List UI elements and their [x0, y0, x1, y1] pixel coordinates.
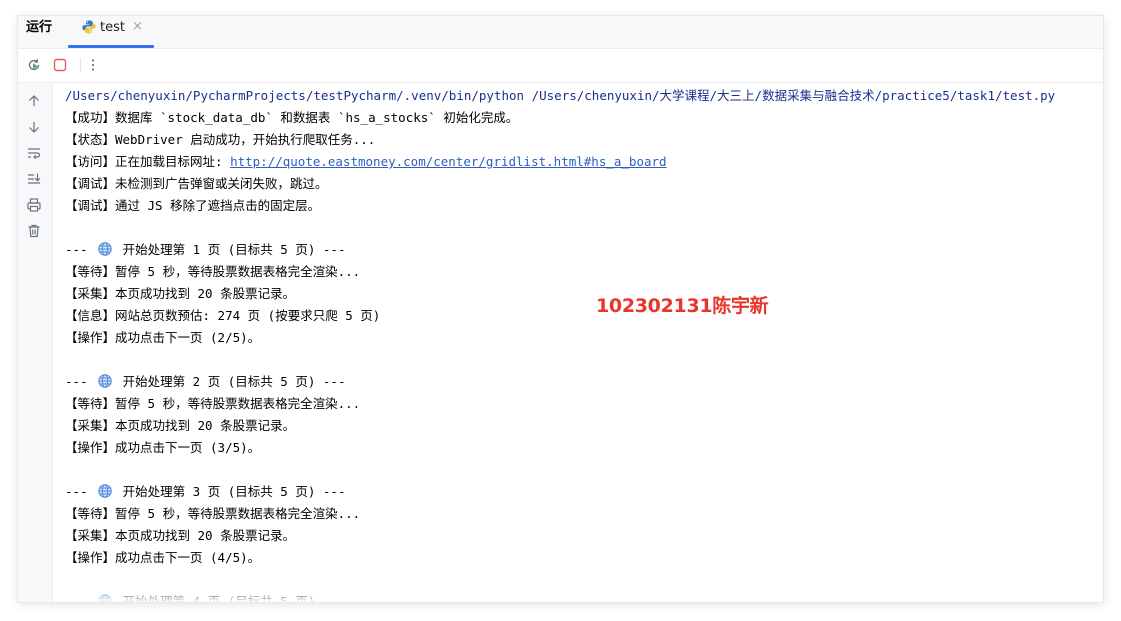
console-line: 【操作】成功点击下一页 (3/5)。: [65, 440, 261, 455]
soft-wrap-icon[interactable]: [26, 145, 42, 161]
watermark-text: 102302131陈宇新: [596, 295, 769, 317]
console-page-header-line: --- 开始处理第 2 页 (目标共 5 页) ---: [65, 371, 1103, 393]
console-line: 【信息】网站总页数预估: 274 页 (按要求只爬 5 页): [65, 308, 381, 323]
tab-label: test: [100, 20, 125, 35]
run-toolbar: [18, 49, 1103, 83]
console-line-prefix: ---: [65, 242, 96, 257]
console-line: 【采集】本页成功找到 20 条股票记录。: [65, 286, 296, 301]
globe-icon: [98, 484, 112, 498]
console-line: 【等待】暂停 5 秒，等待股票数据表格完全渲染...: [65, 506, 361, 521]
console-line: 【操作】成功点击下一页 (2/5)。: [65, 330, 261, 345]
console-page-header-line: --- 开始处理第 1 页 (目标共 5 页) ---: [65, 239, 1103, 261]
console-command-line: /Users/chenyuxin/PycharmProjects/testPyc…: [65, 88, 1056, 103]
console-line-suffix: 开始处理第 2 页 (目标共 5 页) ---: [115, 374, 346, 389]
console-line: 【成功】数据库 `stock_data_db` 和数据表 `hs_a_stock…: [65, 110, 519, 125]
console-line: 【等待】暂停 5 秒，等待股票数据表格完全渲染...: [65, 396, 361, 411]
console-line-prefix: ---: [65, 484, 96, 499]
console-line: 【调试】未检测到广告弹窗或关闭失败，跳过。: [65, 176, 328, 191]
run-tool-window: 运行 test × /Users/chenyuxin/PycharmProjec…: [18, 16, 1103, 602]
console-line: 【操作】成功点击下一页 (4/5)。: [65, 550, 261, 565]
console-output[interactable]: /Users/chenyuxin/PycharmProjects/testPyc…: [53, 83, 1103, 602]
active-tab-indicator: [68, 45, 154, 48]
trash-icon[interactable]: [26, 223, 42, 239]
console-page-header-line: --- 开始处理第 3 页 (目标共 5 页) ---: [65, 481, 1103, 503]
target-url-link[interactable]: http://quote.eastmoney.com/center/gridli…: [230, 154, 667, 169]
console-line-prefix: 【访问】正在加载目标网址:: [65, 154, 231, 169]
tab-test[interactable]: test ×: [68, 16, 154, 48]
console-lines: /Users/chenyuxin/PycharmProjects/testPyc…: [65, 85, 1103, 602]
tab-close-icon[interactable]: ×: [132, 19, 143, 35]
console-line: 【采集】本页成功找到 20 条股票记录。: [65, 418, 296, 433]
console-line-suffix: 开始处理第 1 页 (目标共 5 页) ---: [115, 242, 346, 257]
stop-icon[interactable]: [52, 57, 68, 73]
print-icon[interactable]: [26, 197, 42, 213]
console-line: 【状态】WebDriver 启动成功，开始执行爬取任务...: [65, 132, 376, 147]
toolbar-separator: [80, 58, 81, 72]
globe-icon: [98, 374, 112, 388]
globe-icon: [98, 242, 112, 256]
console-line-prefix: ---: [65, 374, 96, 389]
console-line: 【采集】本页成功找到 20 条股票记录。: [65, 528, 296, 543]
tool-window-header: 运行 test ×: [18, 16, 1103, 49]
console-line: 【访问】正在加载目标网址: http://quote.eastmoney.com…: [65, 151, 1103, 173]
console-line: 【等待】暂停 5 秒，等待股票数据表格完全渲染...: [65, 264, 361, 279]
console-line: 【调试】通过 JS 移除了遮挡点击的固定层。: [65, 198, 321, 213]
tool-window-title: 运行: [26, 20, 53, 35]
console-line-suffix: 开始处理第 3 页 (目标共 5 页) ---: [115, 484, 346, 499]
more-options-icon[interactable]: [85, 57, 101, 73]
console-bottom-fade: [53, 586, 1103, 602]
arrow-up-icon[interactable]: [26, 93, 42, 109]
scroll-to-end-icon[interactable]: [26, 171, 42, 187]
rerun-icon[interactable]: [26, 57, 42, 73]
console-side-toolbar: [18, 83, 53, 602]
python-icon: [82, 20, 96, 34]
arrow-down-icon[interactable]: [26, 119, 42, 135]
